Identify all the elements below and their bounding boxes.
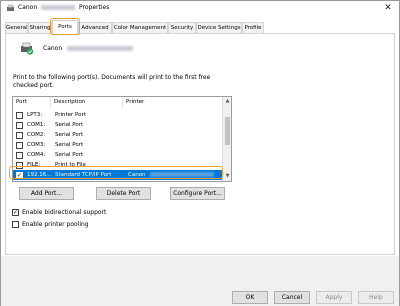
- cancel-button[interactable]: Cancel: [274, 291, 310, 304]
- port-row-lpt3[interactable]: LPT3: Printer Port: [13, 110, 223, 120]
- port-name: COM4:: [27, 152, 46, 158]
- port-list-scrollbar[interactable]: ▲ ▼: [222, 97, 231, 181]
- column-header-port[interactable]: Port: [13, 97, 51, 108]
- port-description: Printer Port: [55, 112, 86, 118]
- port-row-com3[interactable]: COM3: Serial Port: [13, 140, 223, 150]
- port-description: Serial Port: [55, 132, 84, 138]
- delete-port-button[interactable]: Delete Port: [96, 187, 151, 200]
- add-port-button[interactable]: Add Port...: [19, 187, 74, 200]
- column-header-printer[interactable]: Printer: [123, 97, 223, 108]
- port-row-com1[interactable]: COM1: Serial Port: [13, 120, 223, 130]
- scroll-up-icon[interactable]: ▲: [223, 97, 231, 106]
- tab-sharing[interactable]: Sharing: [28, 22, 52, 33]
- port-name: COM1:: [27, 122, 46, 128]
- printer-name-prefix: Canon: [43, 45, 63, 52]
- port-checkbox[interactable]: [16, 151, 23, 159]
- apply-button[interactable]: Apply: [316, 291, 352, 304]
- tab-advanced[interactable]: Advanced: [78, 22, 112, 33]
- port-description: Serial Port: [55, 152, 84, 158]
- scroll-down-icon[interactable]: ▼: [223, 172, 231, 181]
- bidirectional-label: Enable bidirectional support: [22, 209, 107, 216]
- port-description: Serial Port: [55, 142, 84, 148]
- port-row-com4[interactable]: COM4: Serial Port: [13, 150, 223, 160]
- window-title-prefix: Canon: [18, 4, 38, 11]
- tab-device-settings[interactable]: Device Settings: [196, 22, 242, 33]
- port-checkbox[interactable]: [16, 141, 23, 149]
- tab-profile[interactable]: Profile: [242, 22, 264, 33]
- port-checkbox[interactable]: [16, 121, 23, 129]
- printer-name: Canon: [43, 45, 134, 52]
- window-title-suffix: Properties: [79, 4, 110, 11]
- title-bar: Canon Properties ✕: [1, 1, 399, 15]
- close-button[interactable]: ✕: [381, 2, 395, 14]
- printer-properties-window: Canon Properties ✕ General Sharing Ports…: [0, 0, 400, 306]
- column-header-description[interactable]: Description: [51, 97, 123, 108]
- pooling-checkbox[interactable]: [12, 221, 19, 228]
- scroll-thumb[interactable]: [225, 117, 230, 145]
- port-checkbox[interactable]: [16, 131, 23, 139]
- port-row-com2[interactable]: COM2: Serial Port: [13, 130, 223, 140]
- port-checkbox[interactable]: [16, 111, 23, 119]
- tab-security[interactable]: Security: [168, 22, 196, 33]
- ok-button[interactable]: OK: [232, 291, 268, 304]
- bidirectional-option[interactable]: ✓ Enable bidirectional support: [12, 209, 106, 217]
- port-name: COM2:: [27, 132, 46, 138]
- ports-tab-highlight: [50, 18, 80, 35]
- help-button[interactable]: Help: [358, 291, 394, 304]
- printer-status-icon: [21, 42, 34, 55]
- tab-general[interactable]: General: [5, 22, 28, 33]
- printer-icon: [7, 4, 14, 11]
- ports-description: Print to the following port(s). Document…: [13, 74, 211, 89]
- window-title: Canon Properties: [18, 4, 109, 11]
- pooling-option[interactable]: Enable printer pooling: [12, 221, 89, 229]
- tab-color-management[interactable]: Color Management: [112, 22, 168, 33]
- port-list-header: Port Description Printer: [13, 97, 223, 108]
- port-name: LPT3:: [27, 112, 43, 118]
- configure-port-button[interactable]: Configure Port...: [170, 187, 225, 200]
- redacted-printer-model: [67, 46, 134, 51]
- pooling-label: Enable printer pooling: [22, 221, 89, 228]
- tcpip-row-highlight: [9, 166, 223, 179]
- bidirectional-checkbox[interactable]: ✓: [12, 209, 19, 216]
- port-description: Serial Port: [55, 122, 84, 128]
- port-name: COM3:: [27, 142, 46, 148]
- redacted-model-name: [41, 5, 76, 10]
